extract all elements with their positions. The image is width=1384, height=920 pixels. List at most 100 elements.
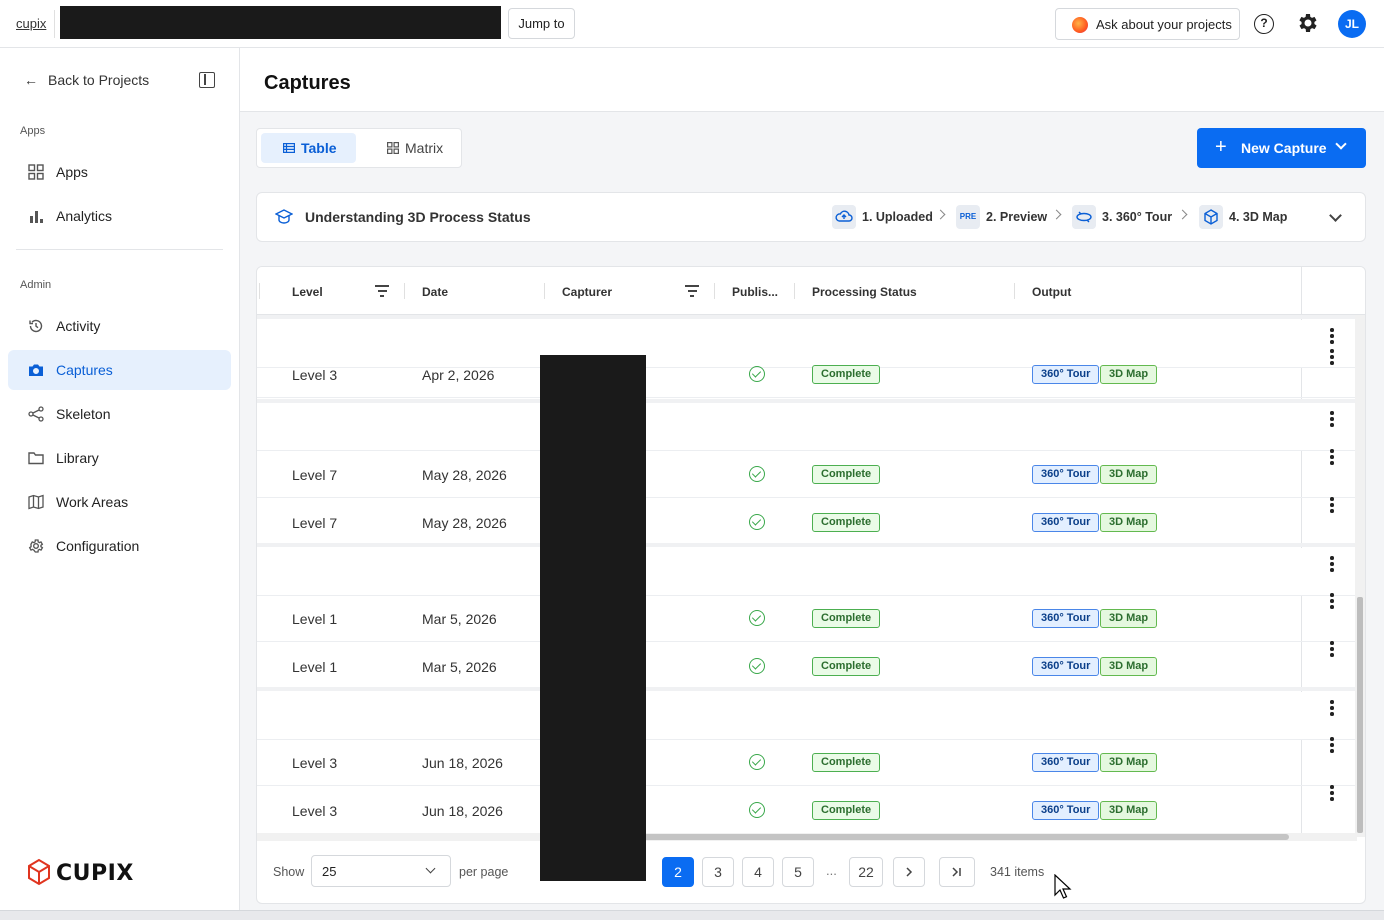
output-360-tour-badge[interactable]: 360° Tour	[1032, 801, 1100, 820]
expand-chevron-icon[interactable]	[1329, 209, 1342, 222]
ask-ai-label: Ask about your projects	[1096, 17, 1232, 32]
column-divider	[544, 283, 545, 299]
last-page-button[interactable]	[939, 857, 975, 887]
chevron-last-icon	[952, 867, 961, 877]
page-button-3[interactable]: 3	[702, 857, 734, 887]
history-icon	[29, 319, 43, 333]
output-360-tour-badge[interactable]: 360° Tour	[1032, 657, 1100, 676]
column-header-published[interactable]: Publis...	[732, 285, 778, 299]
group-separator	[257, 543, 1357, 547]
more-options-icon[interactable]	[1330, 785, 1334, 801]
vertical-scrollbar-thumb[interactable]	[1357, 597, 1363, 833]
more-options-icon[interactable]	[1330, 641, 1334, 657]
user-avatar[interactable]: JL	[1338, 10, 1366, 38]
table-row[interactable]: Level 1 Mar 5, 2026 Complete 360° Tour 3D Ma…	[257, 593, 1357, 642]
more-options-icon[interactable]	[1330, 700, 1334, 716]
page-button-last[interactable]: 22	[849, 857, 883, 887]
back-to-projects-link[interactable]: ← Back to Projects	[24, 72, 149, 88]
sidebar-item-configuration[interactable]: Configuration	[8, 526, 231, 566]
tab-matrix[interactable]: Matrix	[365, 133, 459, 163]
graduation-cap-icon	[275, 209, 293, 224]
more-options-icon[interactable]	[1330, 328, 1334, 344]
column-divider	[259, 283, 260, 299]
table-row[interactable]: Level 7 May 28, 2026 Complete 360° Tour 3D M…	[257, 449, 1357, 498]
sidebar-item-apps[interactable]: Apps	[8, 152, 231, 192]
output-3d-map-badge[interactable]: 3D Map	[1100, 753, 1158, 772]
more-options-icon[interactable]	[1330, 449, 1334, 465]
jump-to-button[interactable]: Jump to	[508, 8, 575, 39]
table-row[interactable]: Level 3 Apr 2, 2026 Complete 360° Tour 3D Ma…	[257, 349, 1357, 398]
more-options-icon[interactable]	[1330, 593, 1334, 609]
preview-badge-icon: PRE	[956, 205, 980, 229]
sidebar-item-label: Skeleton	[56, 406, 111, 422]
more-options-icon[interactable]	[1330, 349, 1334, 365]
published-check-icon	[749, 610, 765, 626]
output-360-tour-badge[interactable]: 360° Tour	[1032, 753, 1100, 772]
next-page-button[interactable]	[893, 857, 925, 887]
table-row[interactable]: Level 3 Jun 18, 2026 Complete 360° Tour 3D M…	[257, 785, 1357, 834]
column-header-level[interactable]: Level	[292, 285, 323, 299]
column-header-date[interactable]: Date	[422, 285, 448, 299]
camera-icon	[29, 364, 43, 376]
output-360-tour-badge[interactable]: 360° Tour	[1032, 513, 1100, 532]
cell-level: Level 1	[292, 659, 338, 675]
sidebar-item-analytics[interactable]: Analytics	[8, 196, 231, 236]
page-button-2[interactable]: 2	[662, 857, 694, 887]
status-badge: Complete	[812, 365, 881, 384]
sidebar-item-activity[interactable]: Activity	[8, 306, 231, 346]
filter-icon[interactable]	[375, 285, 389, 297]
sidebar-item-captures[interactable]: Captures	[8, 350, 231, 390]
horizontal-scrollbar-thumb[interactable]	[639, 834, 1289, 840]
settings-gear-icon[interactable]	[1296, 11, 1320, 35]
table-row[interactable]: Level 3 Jun 18, 2026 Complete 360° Tour 3D M…	[257, 737, 1357, 786]
output-3d-map-badge[interactable]: 3D Map	[1100, 801, 1158, 820]
table-row[interactable]: Level 1 Mar 5, 2026 Complete 360° Tour 3D Ma…	[257, 641, 1357, 690]
output-360-tour-badge[interactable]: 360° Tour	[1032, 609, 1100, 628]
more-options-icon[interactable]	[1330, 556, 1334, 572]
output-3d-map-badge[interactable]: 3D Map	[1100, 365, 1158, 384]
bar-chart-icon	[30, 211, 43, 223]
cell-date: Jun 18, 2026	[422, 803, 503, 819]
sidebar-item-skeleton[interactable]: Skeleton	[8, 394, 231, 434]
cloud-upload-icon	[832, 205, 856, 229]
column-header-output[interactable]: Output	[1032, 285, 1071, 299]
output-3d-map-badge[interactable]: 3D Map	[1100, 465, 1158, 484]
table-row[interactable]: Level 7 May 28, 2026 Complete 360° Tour 3D M…	[257, 497, 1357, 546]
page-button-4[interactable]: 4	[742, 857, 774, 887]
group-header-row[interactable]	[257, 548, 1357, 596]
cell-date: May 28, 2026	[422, 467, 507, 483]
arrow-left-icon: ←	[24, 72, 38, 88]
share-nodes-icon	[28, 406, 44, 422]
process-status-banner[interactable]: Understanding 3D Process Status 1. Uploa…	[256, 192, 1366, 242]
cell-level: Level 7	[292, 467, 338, 483]
output-360-tour-badge[interactable]: 360° Tour	[1032, 365, 1100, 384]
more-options-icon[interactable]	[1330, 497, 1334, 513]
group-header-row[interactable]	[257, 692, 1357, 740]
column-header-capturer[interactable]: Capturer	[562, 285, 612, 299]
group-header-row[interactable]	[257, 403, 1357, 451]
per-page-select[interactable]: 25	[311, 855, 451, 887]
horizontal-scrollbar[interactable]	[257, 833, 1357, 841]
new-capture-button[interactable]: + New Capture	[1197, 128, 1366, 168]
output-3d-map-badge[interactable]: 3D Map	[1100, 609, 1158, 628]
tab-table[interactable]: Table	[261, 133, 356, 163]
help-icon[interactable]: ?	[1254, 14, 1274, 34]
grid-icon	[28, 164, 44, 180]
cell-level: Level 3	[292, 755, 338, 771]
more-options-icon[interactable]	[1330, 737, 1334, 753]
sidebar-item-library[interactable]: Library	[8, 438, 231, 478]
sidebar-item-work-areas[interactable]: Work Areas	[8, 482, 231, 522]
collapse-sidebar-icon[interactable]	[199, 72, 215, 88]
sidebar-item-label: Configuration	[56, 538, 140, 554]
column-header-processing-status[interactable]: Processing Status	[812, 285, 917, 299]
more-options-icon[interactable]	[1330, 411, 1334, 427]
output-3d-map-badge[interactable]: 3D Map	[1100, 657, 1158, 676]
page-button-5[interactable]: 5	[782, 857, 814, 887]
vertical-scrollbar[interactable]	[1355, 315, 1365, 837]
output-360-tour-badge[interactable]: 360° Tour	[1032, 465, 1100, 484]
status-badge: Complete	[812, 801, 881, 820]
breadcrumb-home[interactable]: cupix	[16, 16, 46, 31]
output-3d-map-badge[interactable]: 3D Map	[1100, 513, 1158, 532]
ask-ai-button[interactable]: Ask about your projects	[1055, 8, 1240, 40]
filter-icon[interactable]	[685, 285, 699, 297]
